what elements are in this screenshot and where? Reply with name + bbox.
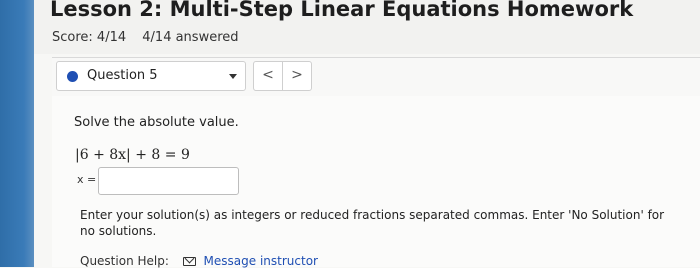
question-instruction: Solve the absolute value. <box>74 115 239 130</box>
page-title: Lesson 2: Multi-Step Linear Equations Ho… <box>50 0 634 21</box>
question-status-dot-icon <box>67 71 78 82</box>
question-help-label: Question Help: <box>80 254 169 268</box>
answered-count: 4/14 answered <box>142 30 239 45</box>
left-edge-strip <box>0 0 34 267</box>
question-selector[interactable]: Question 5 <box>56 61 246 91</box>
answer-input[interactable] <box>98 167 239 195</box>
answer-label: x = <box>77 173 97 186</box>
envelope-icon <box>182 257 196 266</box>
question-selector-label: Question 5 <box>87 68 158 83</box>
score-summary: Score: 4/14 4/14 answered <box>52 30 239 45</box>
question-help: Question Help: Message instructor <box>80 254 318 268</box>
message-instructor-link[interactable]: Message instructor <box>182 254 318 268</box>
score-text: Score: 4/14 <box>52 30 127 45</box>
previous-question-button[interactable]: < <box>253 61 283 91</box>
chevron-down-icon <box>229 74 237 79</box>
equation: |6 + 8x| + 8 = 9 <box>75 147 190 163</box>
next-question-button[interactable]: > <box>282 61 312 91</box>
message-instructor-label: Message instructor <box>203 254 318 268</box>
answer-format-hint: Enter your solution(s) as integers or re… <box>80 208 665 238</box>
